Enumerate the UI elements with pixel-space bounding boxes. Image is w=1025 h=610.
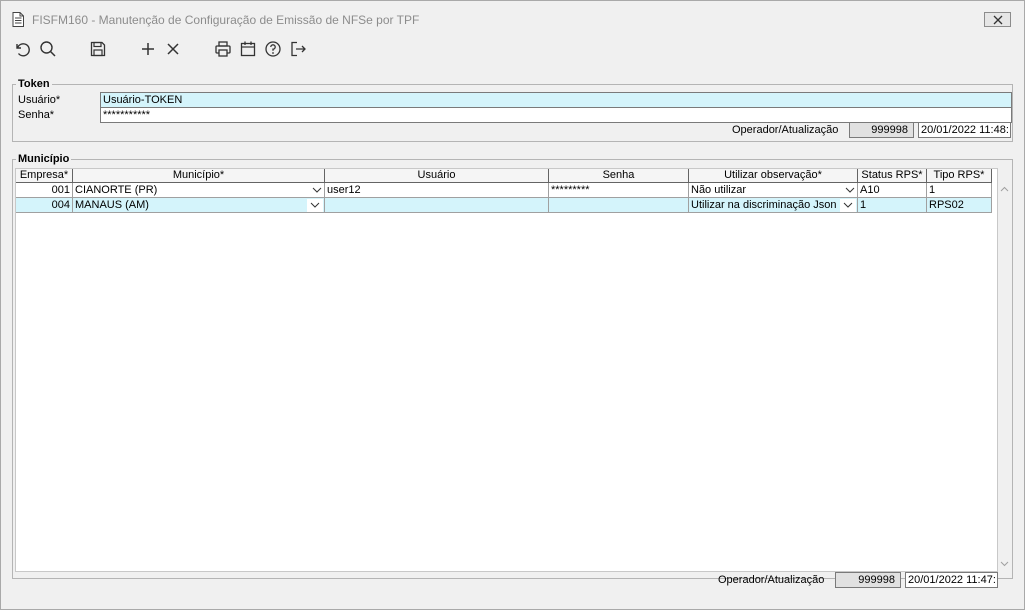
cell-usuario[interactable]: [325, 198, 549, 213]
cell-tipo-rps[interactable]: RPS02: [927, 198, 992, 213]
window-title: FISFM160 - Manutenção de Configuração de…: [32, 13, 420, 27]
municipio-grid: Empresa* Município* Usuário Senha Utiliz…: [15, 168, 998, 572]
chevron-down-icon[interactable]: [840, 199, 856, 212]
main-window: FISFM160 - Manutenção de Configuração de…: [0, 0, 1025, 610]
operador-label: Operador/Atualização: [718, 574, 825, 586]
col-empresa[interactable]: Empresa*: [16, 169, 73, 183]
col-municipio[interactable]: Município*: [73, 169, 325, 183]
col-status-rps[interactable]: Status RPS*: [858, 169, 927, 183]
close-icon: [993, 15, 1003, 25]
help-button[interactable]: [263, 39, 283, 59]
data-atualizacao-field: 20/01/2022 11:47:: [905, 572, 998, 588]
cell-observacao-text: Não utilizar: [691, 184, 747, 196]
search-icon: [40, 41, 56, 57]
calendar-icon: [240, 41, 256, 57]
token-legend: Token: [16, 78, 52, 90]
chevron-down-icon[interactable]: [312, 186, 322, 194]
document-icon: [12, 12, 24, 27]
add-button[interactable]: [138, 39, 158, 59]
cell-tipo-rps[interactable]: 1: [927, 183, 992, 198]
add-icon: [142, 43, 154, 55]
col-tipo-rps[interactable]: Tipo RPS*: [927, 169, 992, 183]
operador-label: Operador/Atualização: [732, 124, 839, 136]
print-button[interactable]: [213, 39, 233, 59]
save-icon: [90, 41, 106, 57]
toolbar: [1, 37, 1024, 61]
calendar-button[interactable]: [238, 39, 258, 59]
cell-municipio-text: CIANORTE (PR): [75, 184, 158, 196]
cell-senha[interactable]: [549, 198, 689, 213]
cell-municipio[interactable]: CIANORTE (PR): [73, 183, 325, 198]
title-bar: FISFM160 - Manutenção de Configuração de…: [1, 1, 1024, 35]
cell-municipio-text: MANAUS (AM): [75, 199, 149, 211]
col-senha[interactable]: Senha: [549, 169, 689, 183]
cell-status-rps[interactable]: 1: [858, 198, 927, 213]
vertical-scrollbar[interactable]: [997, 183, 1011, 573]
exit-icon: [291, 41, 306, 57]
cell-observacao[interactable]: Utilizar na discriminação Json: [689, 198, 858, 213]
operador-field: 999998: [849, 122, 914, 138]
search-button[interactable]: [38, 39, 58, 59]
senha-label: Senha*: [18, 109, 55, 121]
usuario-label: Usuário*: [18, 94, 61, 106]
help-icon: [265, 41, 281, 57]
cell-empresa[interactable]: 001: [16, 183, 73, 198]
municipio-legend: Município: [16, 153, 72, 165]
cell-status-rps[interactable]: A10: [858, 183, 927, 198]
cell-observacao-text: Utilizar na discriminação Json: [691, 199, 837, 211]
col-observacao[interactable]: Utilizar observação*: [689, 169, 858, 183]
chevron-down-icon[interactable]: [845, 186, 855, 194]
delete-icon: [167, 43, 179, 55]
cell-municipio[interactable]: MANAUS (AM): [73, 198, 325, 213]
delete-button[interactable]: [163, 39, 183, 59]
print-icon: [215, 41, 231, 57]
operador-field: 999998: [835, 572, 901, 588]
scroll-up-icon[interactable]: [1000, 186, 1009, 192]
scroll-down-icon[interactable]: [1000, 561, 1009, 567]
close-button[interactable]: [984, 12, 1011, 27]
data-atualizacao-field: 20/01/2022 11:48:: [918, 122, 1011, 138]
exit-button[interactable]: [288, 39, 308, 59]
cell-empresa[interactable]: 004: [16, 198, 73, 213]
cell-senha[interactable]: *********: [549, 183, 689, 198]
undo-icon: [16, 43, 30, 57]
usuario-field[interactable]: Usuário-TOKEN: [100, 92, 1012, 108]
cell-usuario[interactable]: user12: [325, 183, 549, 198]
chevron-down-icon[interactable]: [307, 199, 323, 212]
cell-observacao[interactable]: Não utilizar: [689, 183, 858, 198]
save-button[interactable]: [88, 39, 108, 59]
senha-field[interactable]: ***********: [100, 107, 1012, 123]
col-usuario[interactable]: Usuário: [325, 169, 549, 183]
undo-button[interactable]: [12, 39, 32, 59]
